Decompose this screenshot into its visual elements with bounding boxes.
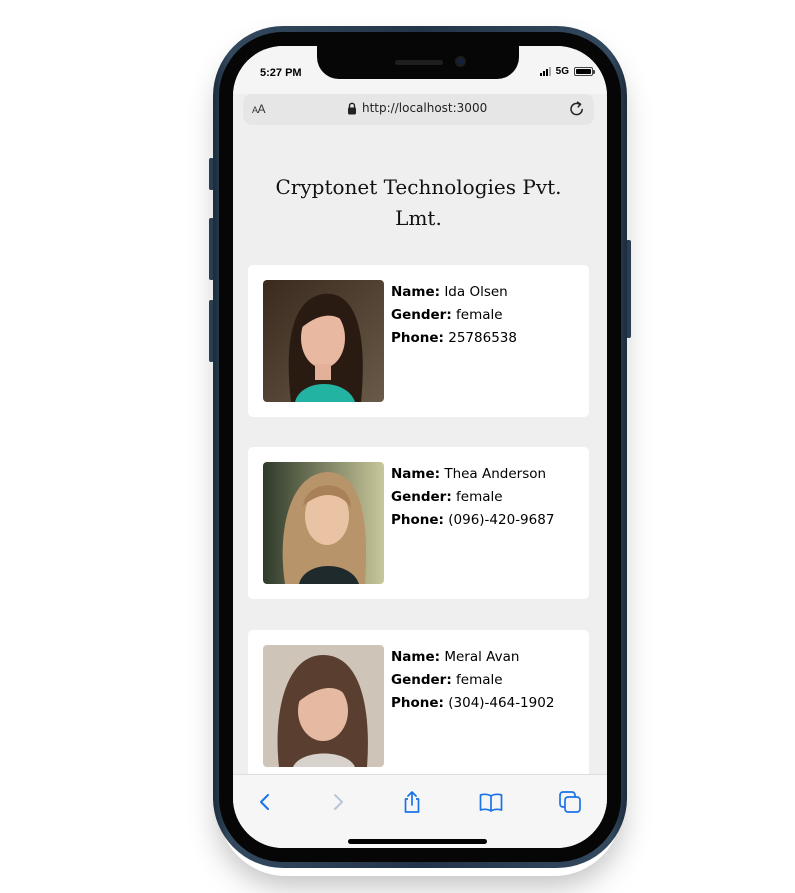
user-info: Name: Meral Avan Gender: female Phone: (… [391, 646, 554, 714]
url-display[interactable]: http://localhost:3000 [347, 101, 487, 115]
user-name: Thea Anderson [444, 466, 547, 482]
speaker [395, 60, 443, 65]
user-name-row: Name: Meral Avan [391, 646, 554, 669]
phone-bezel: 5:27 PM 5G AA http://localhost:3000 Cryp… [219, 32, 621, 862]
home-indicator[interactable] [348, 839, 487, 844]
reload-icon[interactable] [568, 100, 586, 118]
user-gender: female [456, 488, 503, 505]
user-gender-row: Gender: female [391, 304, 517, 327]
user-phone: (096)-420-9687 [448, 511, 555, 528]
user-name: Ida Olsen [444, 284, 508, 300]
front-camera [455, 56, 466, 67]
phone-label: Phone: [391, 329, 444, 346]
share-icon[interactable] [399, 789, 425, 815]
status-bar: 5:27 PM 5G [233, 46, 607, 94]
page-title: Cryptonet Technologies Pvt. Lmt. [275, 175, 562, 230]
status-indicators: 5G [539, 66, 595, 77]
user-phone-row: Phone: (096)-420-9687 [391, 509, 554, 532]
url-text: http://localhost:3000 [362, 101, 488, 115]
user-name-row: Name: Thea Anderson [391, 463, 554, 486]
page-content: Cryptonet Technologies Pvt. Lmt. Name: I… [233, 134, 607, 774]
user-phone: 25786538 [448, 329, 517, 346]
user-gender-row: Gender: female [391, 669, 554, 692]
gender-label: Gender: [391, 488, 452, 505]
phone-label: Phone: [391, 511, 444, 528]
name-label: Name: [391, 649, 441, 665]
bookmarks-icon[interactable] [478, 789, 504, 815]
user-photo [263, 280, 384, 402]
user-name-row: Name: Ida Olsen [391, 281, 517, 304]
forward-icon[interactable] [325, 789, 351, 815]
tabs-icon[interactable] [557, 789, 583, 815]
user-phone: (304)-464-1902 [448, 694, 555, 711]
gender-label: Gender: [391, 306, 452, 323]
signal-icon [539, 67, 551, 76]
user-name: Meral Avan [444, 649, 520, 665]
gender-label: Gender: [391, 671, 452, 688]
lock-icon [348, 102, 356, 114]
user-photo [263, 645, 384, 767]
user-phone-row: Phone: (304)-464-1902 [391, 692, 554, 715]
user-gender: female [456, 306, 503, 323]
user-gender-row: Gender: female [391, 486, 554, 509]
notch [317, 46, 519, 79]
user-card: Name: Ida Olsen Gender: female Phone: 25… [248, 265, 589, 417]
user-info: Name: Thea Anderson Gender: female Phone… [391, 463, 554, 531]
name-label: Name: [391, 466, 441, 482]
user-photo [263, 462, 384, 584]
user-info: Name: Ida Olsen Gender: female Phone: 25… [391, 281, 517, 349]
user-phone-row: Phone: 25786538 [391, 327, 517, 350]
text-size-large-label: A [257, 102, 266, 116]
name-label: Name: [391, 284, 441, 300]
network-type: 5G [555, 66, 569, 77]
back-icon[interactable] [252, 789, 278, 815]
phone-screen: 5:27 PM 5G AA http://localhost:3000 Cryp… [233, 46, 607, 848]
text-size-button[interactable]: AA [252, 102, 266, 116]
user-card: Name: Meral Avan Gender: female Phone: (… [248, 630, 589, 774]
address-bar[interactable]: AA http://localhost:3000 [243, 94, 594, 125]
phone-frame: 5:27 PM 5G AA http://localhost:3000 Cryp… [213, 26, 627, 868]
browser-toolbar [233, 774, 607, 848]
status-time: 5:27 PM [260, 67, 302, 79]
user-card: Name: Thea Anderson Gender: female Phone… [248, 447, 589, 599]
battery-icon [574, 67, 595, 76]
phone-label: Phone: [391, 694, 444, 711]
user-gender: female [456, 671, 503, 688]
